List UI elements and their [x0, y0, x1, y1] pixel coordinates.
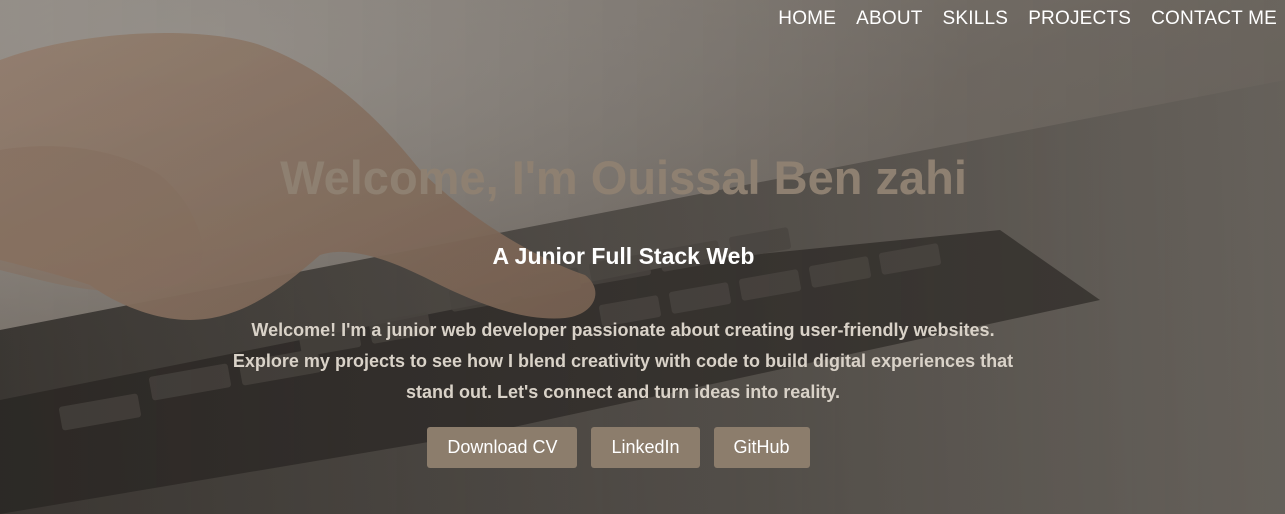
hero-title: Welcome, I'm Ouissal Ben zahi	[280, 151, 967, 204]
linkedin-button[interactable]: LinkedIn	[591, 427, 700, 468]
nav-item-skills[interactable]: SKILLS	[943, 8, 1009, 30]
nav-item-contact[interactable]: CONTACT ME	[1151, 8, 1277, 30]
nav-item-projects[interactable]: PROJECTS	[1028, 8, 1131, 30]
hero-buttons: Download CV LinkedIn GitHub	[0, 427, 1237, 468]
nav-item-home[interactable]: HOME	[778, 8, 836, 30]
download-cv-button[interactable]: Download CV	[427, 427, 578, 468]
hero-section: HOME ABOUT SKILLS PROJECTS CONTACT ME We…	[0, 0, 1285, 514]
nav-item-about[interactable]: ABOUT	[856, 8, 922, 30]
top-navigation: HOME ABOUT SKILLS PROJECTS CONTACT ME	[778, 8, 1277, 30]
github-button[interactable]: GitHub	[713, 427, 810, 468]
hero-content: Welcome, I'm Ouissal Ben zahi A Junior F…	[0, 0, 1247, 514]
hero-intro: Welcome! I'm a junior web developer pass…	[232, 320, 1014, 402]
hero-subtitle: A Junior Full Stack Web	[492, 243, 755, 269]
